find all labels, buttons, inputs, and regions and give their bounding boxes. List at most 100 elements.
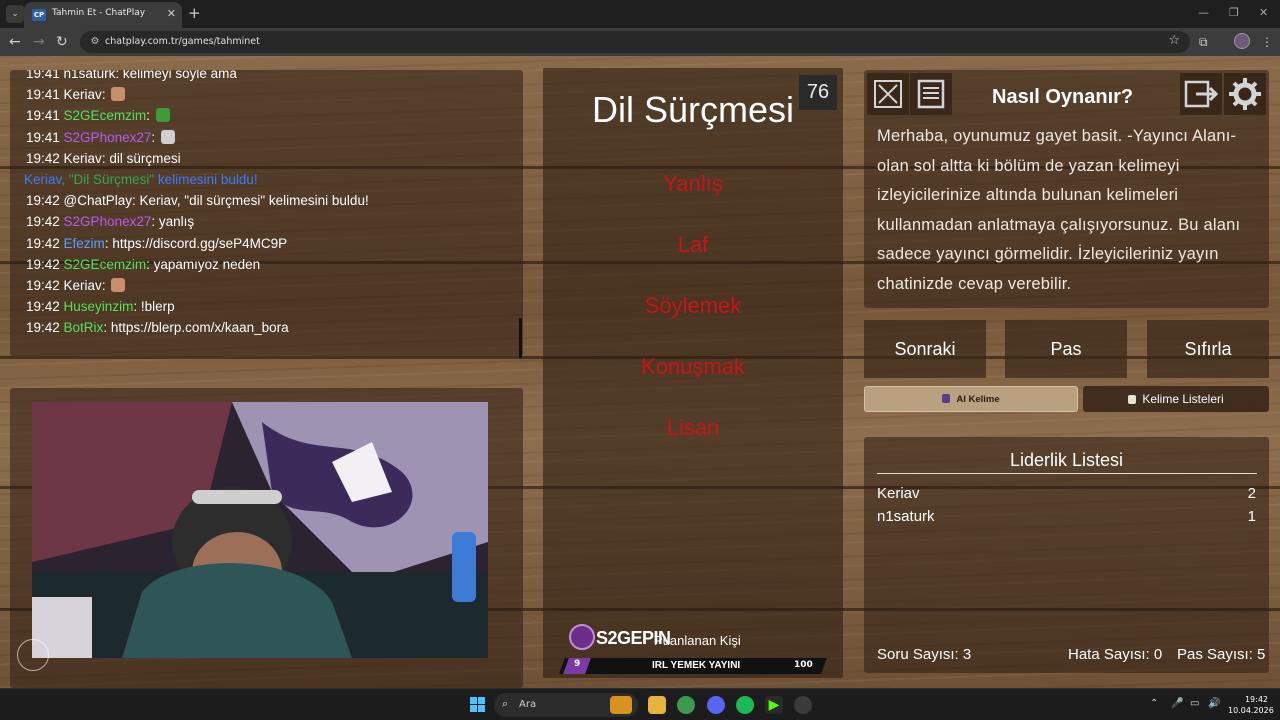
chat-system-word: "Dil Sürçmesi" <box>68 172 158 187</box>
chat-username[interactable]: S2GPhonex27 <box>64 214 152 229</box>
browser-menu-icon[interactable]: ⋮ <box>1261 33 1273 51</box>
chat-scrollbar[interactable] <box>519 318 522 358</box>
chat-panel[interactable]: 19:41 n1saturk: kelimeyi söyle ama 19:41 … <box>10 70 523 356</box>
search-highlight-icon <box>610 696 632 714</box>
chat-username[interactable]: Huseyinzim <box>64 299 134 314</box>
how-to-play-title: Nasıl Oynanır? <box>992 86 1134 108</box>
webcam-frame-image <box>32 402 488 658</box>
reset-button[interactable]: Sıfırla <box>1147 320 1269 378</box>
chat-message: 19:42 @ChatPlay: Keriav, "dil sürçmesi" … <box>26 192 369 209</box>
chat-emote-icon <box>111 87 126 102</box>
tab-search-chevron-icon[interactable]: ⌄ <box>6 5 24 23</box>
chat-message: 19:42 S2GEcemzim: yapamıyoz neden <box>26 256 260 273</box>
minimize-icon[interactable]: — <box>1198 6 1209 20</box>
pass-button[interactable]: Pas <box>1005 320 1127 378</box>
browser-tab[interactable]: CP Tahmin Et - ChatPlay ✕ <box>24 2 182 28</box>
chat-message: 19:41 n1saturk: kelimeyi söyle ama <box>26 70 237 82</box>
next-button[interactable]: Sonraki <box>864 320 986 378</box>
chat-timestamp: 19:42 <box>26 214 64 230</box>
question-count: Soru Sayısı: 3 <box>877 646 972 663</box>
chat-timestamp: 19:41 <box>26 87 64 103</box>
chat-username[interactable]: S2GEcemzim <box>64 108 147 123</box>
tab-title: Tahmin Et - ChatPlay <box>52 8 146 18</box>
chat-message: 19:41 Keriav: <box>26 86 126 103</box>
clock-date: 10.04.2026 <box>1228 706 1274 715</box>
taskbar-search[interactable]: ⌕ Ara <box>494 693 638 717</box>
chat-message-text: : !blerp <box>133 299 175 315</box>
tray-overflow-icon[interactable]: ⌃ <box>1150 698 1158 709</box>
volume-icon[interactable]: 🔊 <box>1208 698 1220 709</box>
chat-message: 19:41 S2GEcemzim: <box>26 107 170 124</box>
network-icon[interactable]: ▭ <box>1190 698 1199 709</box>
restore-icon[interactable]: ❐ <box>1229 6 1239 20</box>
error-count: Hata Sayısı: 0 <box>1068 646 1163 663</box>
word-notes-button[interactable] <box>910 73 952 115</box>
url-text[interactable]: chatplay.com.tr/games/tahminet <box>105 36 260 47</box>
chat-emote-icon <box>111 278 126 292</box>
sponsor-subtitle: Puanlanan Kişi <box>654 633 741 648</box>
leaderboard-title: Liderlik Listesi <box>1009 450 1124 470</box>
start-menu-icon[interactable] <box>470 697 486 713</box>
taboo-word: Laf <box>677 232 709 257</box>
chat-message-text: : https://blerp.com/x/kaan_bora <box>103 320 289 336</box>
chat-system-name: Keriav, <box>24 172 69 187</box>
taboo-word: Söylemek <box>644 293 742 318</box>
word-lists-button[interactable]: Kelime Listeleri <box>1083 386 1269 412</box>
browser-tab-bar: ⌄ CP Tahmin Et - ChatPlay ✕ + — ❐ ✕ <box>0 0 1280 28</box>
file-explorer-icon[interactable] <box>648 696 666 714</box>
kick-icon[interactable]: ▶ <box>765 696 783 714</box>
forward-icon[interactable]: → <box>33 33 45 51</box>
chat-message-text: : <box>151 129 159 145</box>
chat-username[interactable]: S2GEcemzim <box>64 257 147 272</box>
chat-emote-icon <box>155 108 170 123</box>
chat-system-text: kelimesini buldu! <box>157 172 258 187</box>
chat-username[interactable]: n1saturk <box>64 70 116 81</box>
chat-username[interactable]: Efezim <box>64 236 105 251</box>
address-bar[interactable]: ⚙ chatplay.com.tr/games/tahminet ☆ <box>80 31 1190 53</box>
sponsor-logo-icon <box>569 624 595 650</box>
chat-username[interactable]: Keriav <box>64 278 102 293</box>
ai-word-button[interactable]: AI Kelime <box>864 386 1078 412</box>
spotify-icon[interactable] <box>736 696 754 714</box>
back-icon[interactable]: ← <box>9 33 21 51</box>
taskbar-clock[interactable]: 19:42 10.04.2026 <box>1228 694 1274 716</box>
taboo-word: Lisan <box>666 415 720 440</box>
leaderboard-divider <box>877 473 1257 474</box>
chrome-icon[interactable] <box>677 696 695 714</box>
chat-username[interactable]: Keriav <box>64 151 102 166</box>
os-taskbar: ⌕ Ara ▶ ⌃ 🎤 ▭ 🔊 19:42 10.04.2026 <box>0 688 1280 720</box>
chat-timestamp: 19:42 <box>26 278 64 293</box>
chat-username[interactable]: S2GPhonex27 <box>64 130 152 145</box>
search-icon: ⌕ <box>502 697 509 710</box>
settings-button[interactable] <box>1224 73 1266 115</box>
new-tab-icon[interactable]: + <box>188 4 201 22</box>
discord-icon[interactable] <box>707 696 725 714</box>
notes-icon <box>917 79 945 109</box>
fullscreen-icon <box>874 80 902 108</box>
clock-time: 19:42 <box>1244 695 1268 704</box>
fullscreen-button[interactable] <box>867 73 909 115</box>
gear-icon <box>1229 78 1261 110</box>
microphone-icon[interactable]: 🎤 <box>1171 698 1183 709</box>
exit-button[interactable] <box>1180 73 1222 115</box>
reload-icon[interactable]: ↻ <box>56 33 68 51</box>
window-close-icon[interactable]: ✕ <box>1259 6 1268 20</box>
chat-timestamp: 19:42 <box>26 193 64 209</box>
leaderboard-score: 2 <box>1247 485 1256 502</box>
tab-close-icon[interactable]: ✕ <box>167 7 176 21</box>
chat-emote-icon <box>160 129 175 144</box>
ai-word-label: AI Kelime <box>956 394 1000 405</box>
extensions-icon[interactable]: ⧉ <box>1199 33 1208 51</box>
chat-timestamp: 19:41 <box>26 129 64 145</box>
robot-icon <box>942 394 951 403</box>
chat-timestamp: 19:42 <box>26 256 64 272</box>
chat-username[interactable]: @ChatPlay <box>64 193 132 208</box>
chat-message: Keriav, "Dil Sürçmesi" kelimesini buldu! <box>24 171 258 188</box>
chat-username[interactable]: BotRix <box>64 320 104 335</box>
chat-username[interactable]: Keriav <box>64 87 102 102</box>
bookmark-star-icon[interactable]: ☆ <box>1168 33 1180 48</box>
sponsor-bar-right-value: 100 <box>794 660 813 670</box>
site-info-icon[interactable]: ⚙ <box>87 34 103 50</box>
obs-icon[interactable] <box>794 696 812 714</box>
profile-avatar[interactable] <box>1234 33 1250 49</box>
